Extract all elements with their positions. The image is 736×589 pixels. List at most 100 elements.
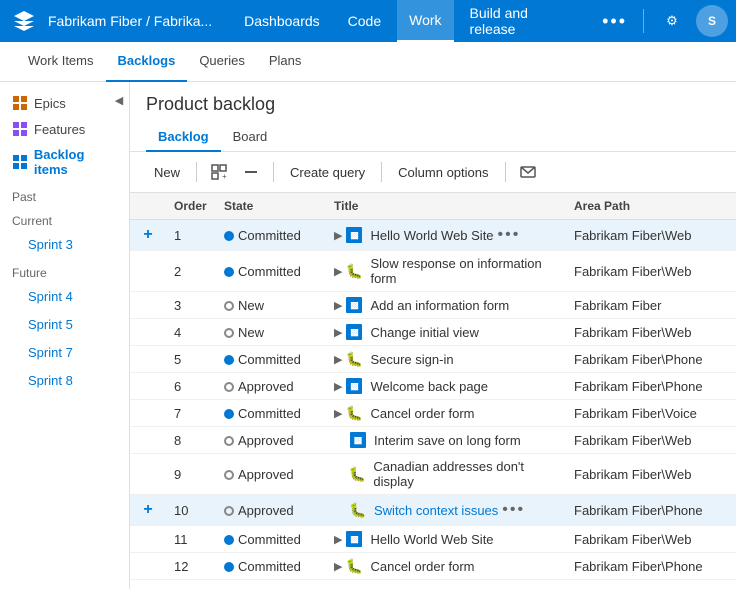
toolbar-divider-4 xyxy=(505,162,506,182)
bug-icon: 🐛 xyxy=(346,558,362,574)
column-options-button[interactable]: Column options xyxy=(390,161,496,184)
cell-state: Approved xyxy=(216,427,326,454)
nav-more-icon[interactable]: ••• xyxy=(590,0,639,42)
sidebar-child-sprint-3[interactable]: Sprint 3 xyxy=(0,230,129,258)
cell-title: ▶▩Add an information form xyxy=(326,292,566,319)
expand-arrow[interactable]: ▶ xyxy=(334,229,342,242)
tab-work-items[interactable]: Work Items xyxy=(16,42,106,82)
col-header-order[interactable]: Order xyxy=(166,193,216,220)
cell-area: Fabrikam Fiber\Web xyxy=(566,427,736,454)
tab-plans[interactable]: Plans xyxy=(257,42,314,82)
status-dot xyxy=(224,382,234,392)
cell-order: 3 xyxy=(166,292,216,319)
table-row: 6Approved▶▩Welcome back pageFabrikam Fib… xyxy=(130,373,736,400)
cell-state: Committed xyxy=(216,251,326,292)
backlog-items-icon xyxy=(12,154,28,170)
cell-area: Fabrikam Fiber\Phone xyxy=(566,495,736,526)
epics-label: Epics xyxy=(34,96,66,111)
col-header-title[interactable]: Title xyxy=(326,193,566,220)
tab-board[interactable]: Board xyxy=(221,123,280,152)
sidebar-item-features[interactable]: Features xyxy=(0,116,129,142)
cell-area: Fabrikam Fiber\Web xyxy=(566,251,736,292)
page-title: Product backlog xyxy=(146,94,720,115)
cell-title: ▶🐛Cancel order form xyxy=(326,400,566,427)
expand-arrow[interactable]: ▶ xyxy=(334,560,342,573)
svg-text:+: + xyxy=(222,172,227,180)
add-row-button[interactable]: + xyxy=(138,500,158,520)
expand-arrow[interactable]: ▶ xyxy=(334,353,342,366)
bug-icon: 🐛 xyxy=(349,466,365,482)
expand-arrow[interactable]: ▶ xyxy=(334,380,342,393)
toolbar-divider-1 xyxy=(196,162,197,182)
col-header-state[interactable]: State xyxy=(216,193,326,220)
status-dot xyxy=(224,328,234,338)
create-query-button[interactable]: Create query xyxy=(282,161,373,184)
add-child-icon[interactable]: + xyxy=(205,158,233,186)
table-row: +10Approved🐛Switch context issues•••Fabr… xyxy=(130,495,736,526)
features-label: Features xyxy=(34,122,85,137)
status-dot xyxy=(224,506,234,516)
cell-title: ▶▩Welcome back page xyxy=(326,373,566,400)
title-text: Hello World Web Site xyxy=(370,228,493,243)
cell-title: 🐛Canadian addresses don't display xyxy=(326,454,566,495)
collapse-icon[interactable] xyxy=(237,158,265,186)
org-name[interactable]: Fabrikam Fiber / Fabrika... xyxy=(48,13,212,29)
cell-state: Committed xyxy=(216,400,326,427)
nav-divider xyxy=(643,9,644,33)
sidebar-child-sprint-5[interactable]: Sprint 5 xyxy=(0,310,129,338)
settings-icon[interactable]: ⚙ xyxy=(656,5,688,37)
tab-queries[interactable]: Queries xyxy=(187,42,257,82)
sidebar-section-current: Current xyxy=(0,206,129,230)
tab-backlogs[interactable]: Backlogs xyxy=(106,42,188,82)
status-dot xyxy=(224,231,234,241)
mail-icon[interactable] xyxy=(514,158,542,186)
title-text: Slow response on information form xyxy=(370,256,541,286)
user-avatar[interactable]: S xyxy=(696,5,728,37)
add-row-button[interactable]: + xyxy=(138,225,158,245)
cell-area: Fabrikam Fiber\Voice xyxy=(566,400,736,427)
nav-items: Dashboards Code Work Build and release •… xyxy=(232,0,639,42)
cell-state: New xyxy=(216,292,326,319)
title-text: Welcome back page xyxy=(370,379,488,394)
bug-icon: 🐛 xyxy=(350,502,366,518)
expand-arrow[interactable]: ▶ xyxy=(334,265,342,278)
status-dot xyxy=(224,436,234,446)
status-dot xyxy=(224,535,234,545)
title-link[interactable]: Switch context issues xyxy=(374,503,498,518)
sidebar-collapse-button[interactable]: ◀ xyxy=(109,90,129,110)
cell-title: ▶▩Hello World Web Site xyxy=(326,526,566,553)
nav-build-release[interactable]: Build and release xyxy=(458,0,587,42)
sidebar-child-sprint-4[interactable]: Sprint 4 xyxy=(0,282,129,310)
sidebar-item-backlog-items[interactable]: Backlog items xyxy=(0,142,129,182)
sidebar-section-future: Future xyxy=(0,258,129,282)
nav-dashboards[interactable]: Dashboards xyxy=(232,0,332,42)
title-text: Change initial view xyxy=(370,325,478,340)
sidebar-child-sprint-8[interactable]: Sprint 8 xyxy=(0,366,129,394)
table-row: 8Approved▩Interim save on long formFabri… xyxy=(130,427,736,454)
status-dot xyxy=(224,301,234,311)
expand-arrow[interactable]: ▶ xyxy=(334,407,342,420)
cell-order: 10 xyxy=(166,495,216,526)
more-options-button[interactable]: ••• xyxy=(498,226,521,244)
cell-state: Committed xyxy=(216,526,326,553)
expand-arrow[interactable]: ▶ xyxy=(334,326,342,339)
expand-arrow[interactable]: ▶ xyxy=(334,533,342,546)
title-text: Cancel order form xyxy=(370,559,474,574)
cell-state: Approved xyxy=(216,454,326,495)
table-container: Order State Title Area Path +1Committed▶… xyxy=(130,193,736,589)
title-text: Cancel order form xyxy=(370,406,474,421)
expand-arrow[interactable]: ▶ xyxy=(334,299,342,312)
more-options-button[interactable]: ••• xyxy=(502,501,525,519)
nav-work[interactable]: Work xyxy=(397,0,453,42)
table-row: 4New▶▩Change initial viewFabrikam Fiber\… xyxy=(130,319,736,346)
status-dot xyxy=(224,562,234,572)
new-button[interactable]: New xyxy=(146,161,188,184)
sidebar-child-sprint-7[interactable]: Sprint 7 xyxy=(0,338,129,366)
cell-state: Committed xyxy=(216,553,326,580)
toolbar-divider-3 xyxy=(381,162,382,182)
secondary-nav: Work Items Backlogs Queries Plans xyxy=(0,42,736,82)
nav-code[interactable]: Code xyxy=(336,0,393,42)
bug-icon: 🐛 xyxy=(346,351,362,367)
tab-backlog[interactable]: Backlog xyxy=(146,123,221,152)
col-header-area[interactable]: Area Path xyxy=(566,193,736,220)
